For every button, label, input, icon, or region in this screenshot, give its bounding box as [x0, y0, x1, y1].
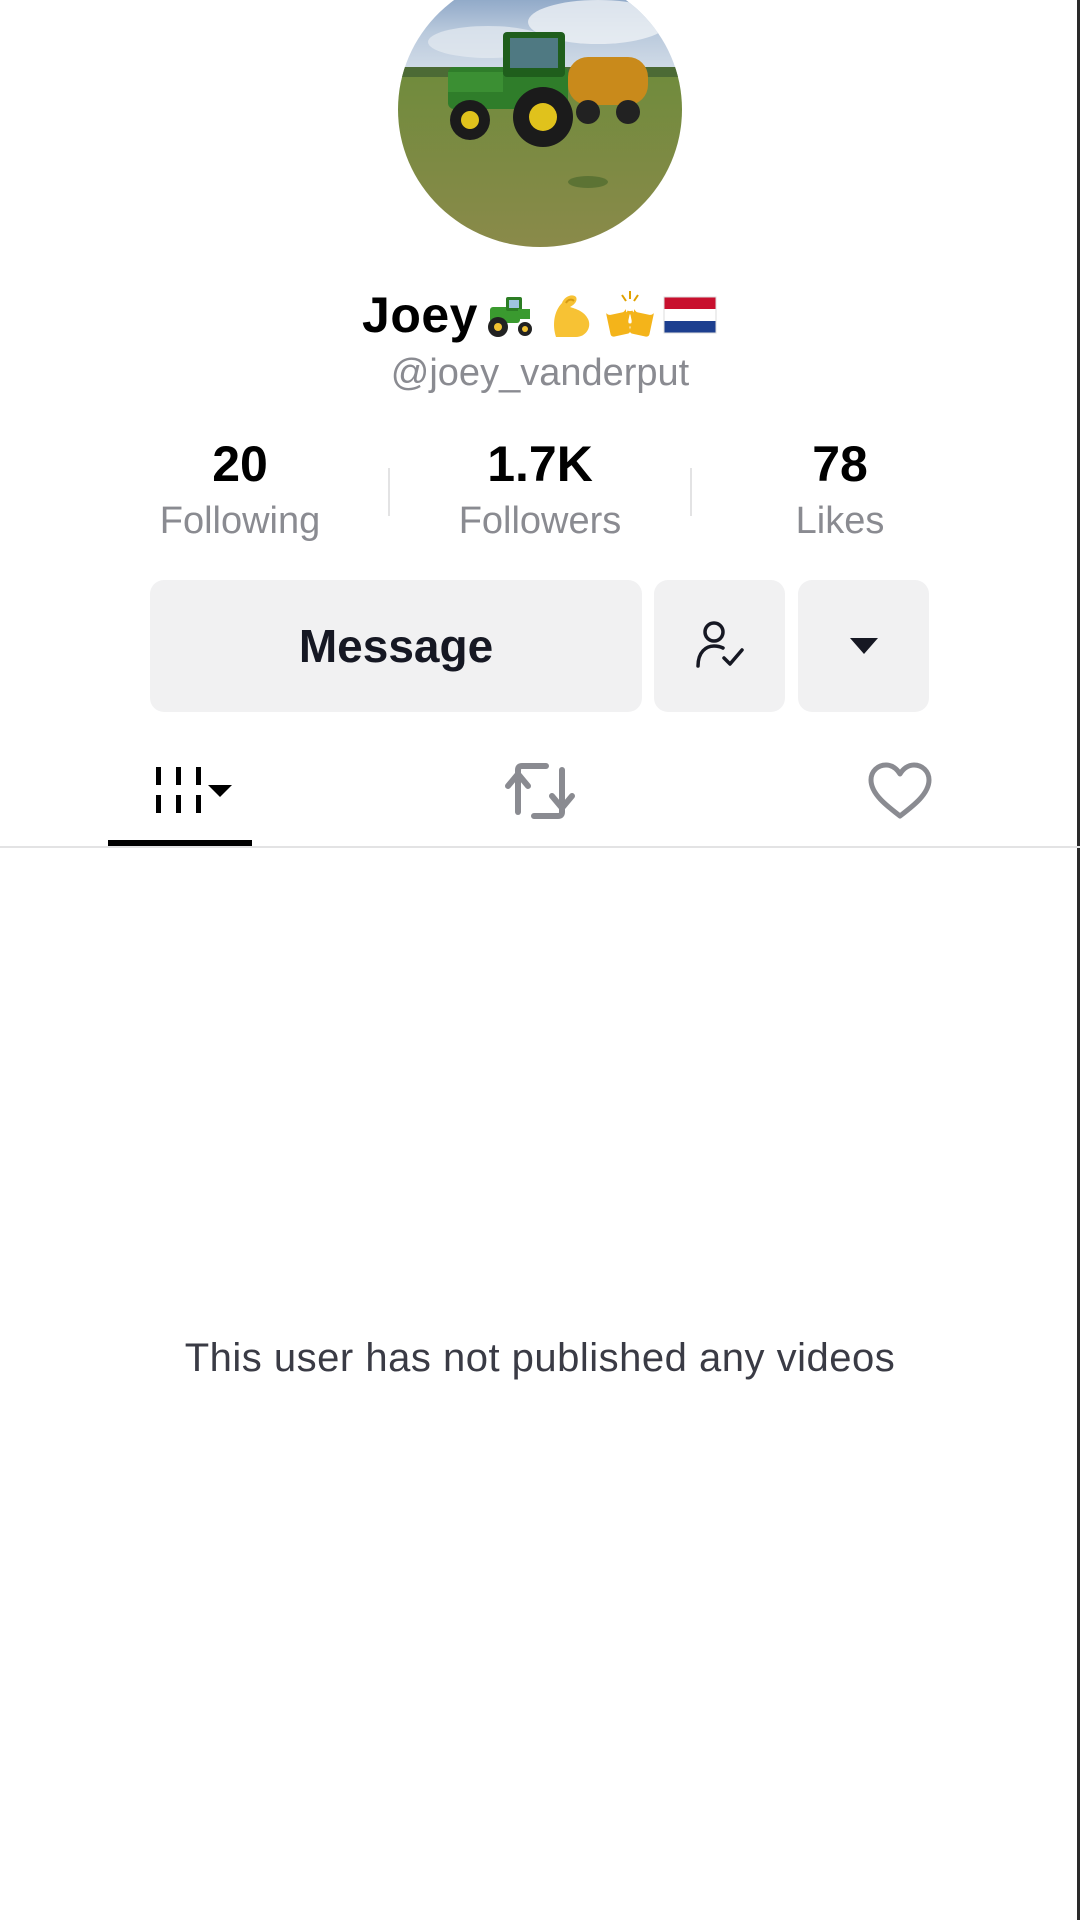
username-handle: @joey_vanderput [390, 352, 690, 394]
display-name: Joey [362, 287, 478, 343]
clinking-beer-mugs-emoji-icon [602, 287, 658, 343]
likes-count: 78 [812, 436, 868, 492]
netherlands-flag-emoji-icon [662, 287, 718, 343]
display-name-row: Joey [0, 280, 1080, 350]
stat-following[interactable]: 20 Following [120, 432, 360, 546]
profile-actions: Message [0, 580, 1080, 712]
empty-state-message: This user has not published any videos [184, 1336, 896, 1380]
stat-divider [690, 468, 692, 516]
stat-followers[interactable]: 1.7K Followers [420, 432, 660, 546]
person-check-icon [690, 616, 750, 676]
following-count: 20 [212, 436, 268, 492]
followers-label: Followers [458, 500, 622, 542]
profile-stats: 20 Following 1.7K Followers 78 Likes [0, 432, 1080, 552]
heart-icon [865, 760, 935, 827]
caret-down-icon [206, 781, 234, 806]
tractor-emoji-icon [482, 287, 538, 343]
stat-divider [388, 468, 390, 516]
followers-count: 1.7K [487, 436, 593, 492]
message-button[interactable]: Message [150, 580, 642, 712]
tab-videos[interactable] [108, 740, 252, 846]
following-label: Following [159, 500, 321, 542]
caret-down-icon [846, 634, 882, 658]
likes-label: Likes [795, 500, 885, 542]
profile-avatar[interactable] [398, 0, 682, 247]
tab-reposts[interactable] [480, 740, 600, 846]
following-status-button[interactable] [654, 580, 785, 712]
active-tab-indicator [108, 840, 252, 846]
profile-tabs [0, 740, 1080, 848]
flexed-biceps-emoji-icon [542, 287, 598, 343]
more-options-button[interactable] [798, 580, 929, 712]
tab-liked[interactable] [840, 740, 960, 846]
repost-icon [504, 758, 576, 829]
stat-likes[interactable]: 78 Likes [720, 432, 960, 546]
